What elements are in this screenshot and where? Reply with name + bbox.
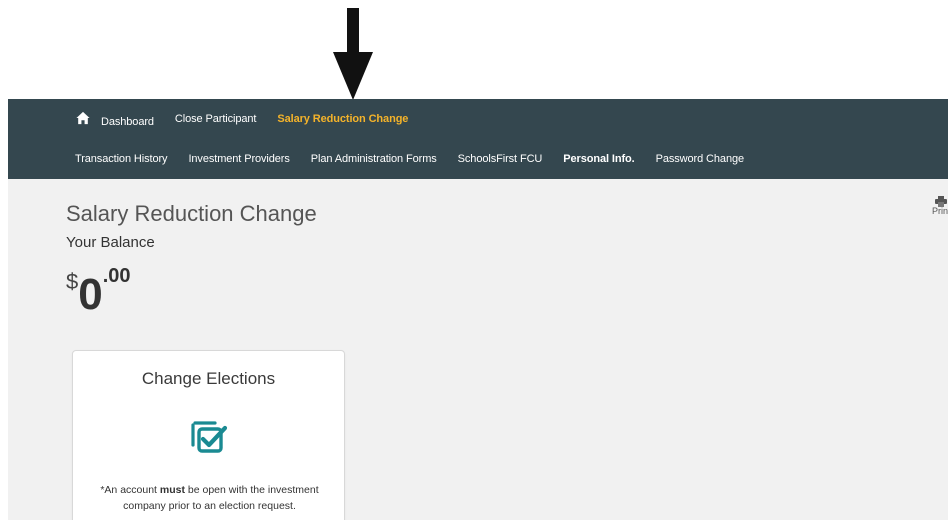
main-content: Salary Reduction Change Your Balance $0.… — [8, 179, 948, 520]
nav-row-secondary: Transaction History Investment Providers… — [75, 149, 765, 169]
nav-item-dashboard-label: Dashboard — [101, 115, 154, 128]
card-note-prefix: *An account — [100, 484, 160, 496]
nav-item-close-participant[interactable]: Close Participant — [175, 113, 257, 125]
balance-amount: $0.00 — [66, 263, 131, 317]
nav-item-plan-administration-forms[interactable]: Plan Administration Forms — [311, 153, 437, 165]
card-title: Change Elections — [141, 369, 276, 388]
change-elections-card[interactable]: Change Elections *An account must be ope… — [72, 350, 345, 520]
print-label: Prin — [932, 206, 948, 216]
nav-item-password-change[interactable]: Password Change — [656, 153, 744, 165]
checkbox-check-icon — [191, 421, 228, 453]
annotation-arrow — [333, 8, 375, 100]
nav-item-investment-providers[interactable]: Investment Providers — [188, 153, 289, 165]
nav-item-schoolsfirst-fcu[interactable]: SchoolsFirst FCU — [458, 153, 543, 165]
balance-currency: $ — [66, 269, 79, 294]
nav-row-primary: Dashboard Close Participant Salary Reduc… — [76, 108, 429, 130]
nav-item-personal-info[interactable]: Personal Info. — [563, 153, 634, 165]
top-navbar: Dashboard Close Participant Salary Reduc… — [8, 99, 948, 179]
home-icon — [76, 111, 90, 124]
balance-whole: 0 — [78, 270, 103, 319]
page-title: Salary Reduction Change — [66, 201, 317, 226]
card-note: *An account must be open with the invest… — [87, 482, 332, 514]
card-note-bold: must — [159, 484, 185, 496]
balance-label: Your Balance — [66, 234, 155, 251]
nav-item-dashboard[interactable]: Dashboard — [76, 111, 154, 128]
print-button[interactable]: Prin — [932, 196, 948, 216]
nav-item-transaction-history[interactable]: Transaction History — [75, 153, 168, 165]
balance-cents: .00 — [102, 265, 131, 287]
nav-item-salary-reduction-change[interactable]: Salary Reduction Change — [277, 113, 408, 125]
